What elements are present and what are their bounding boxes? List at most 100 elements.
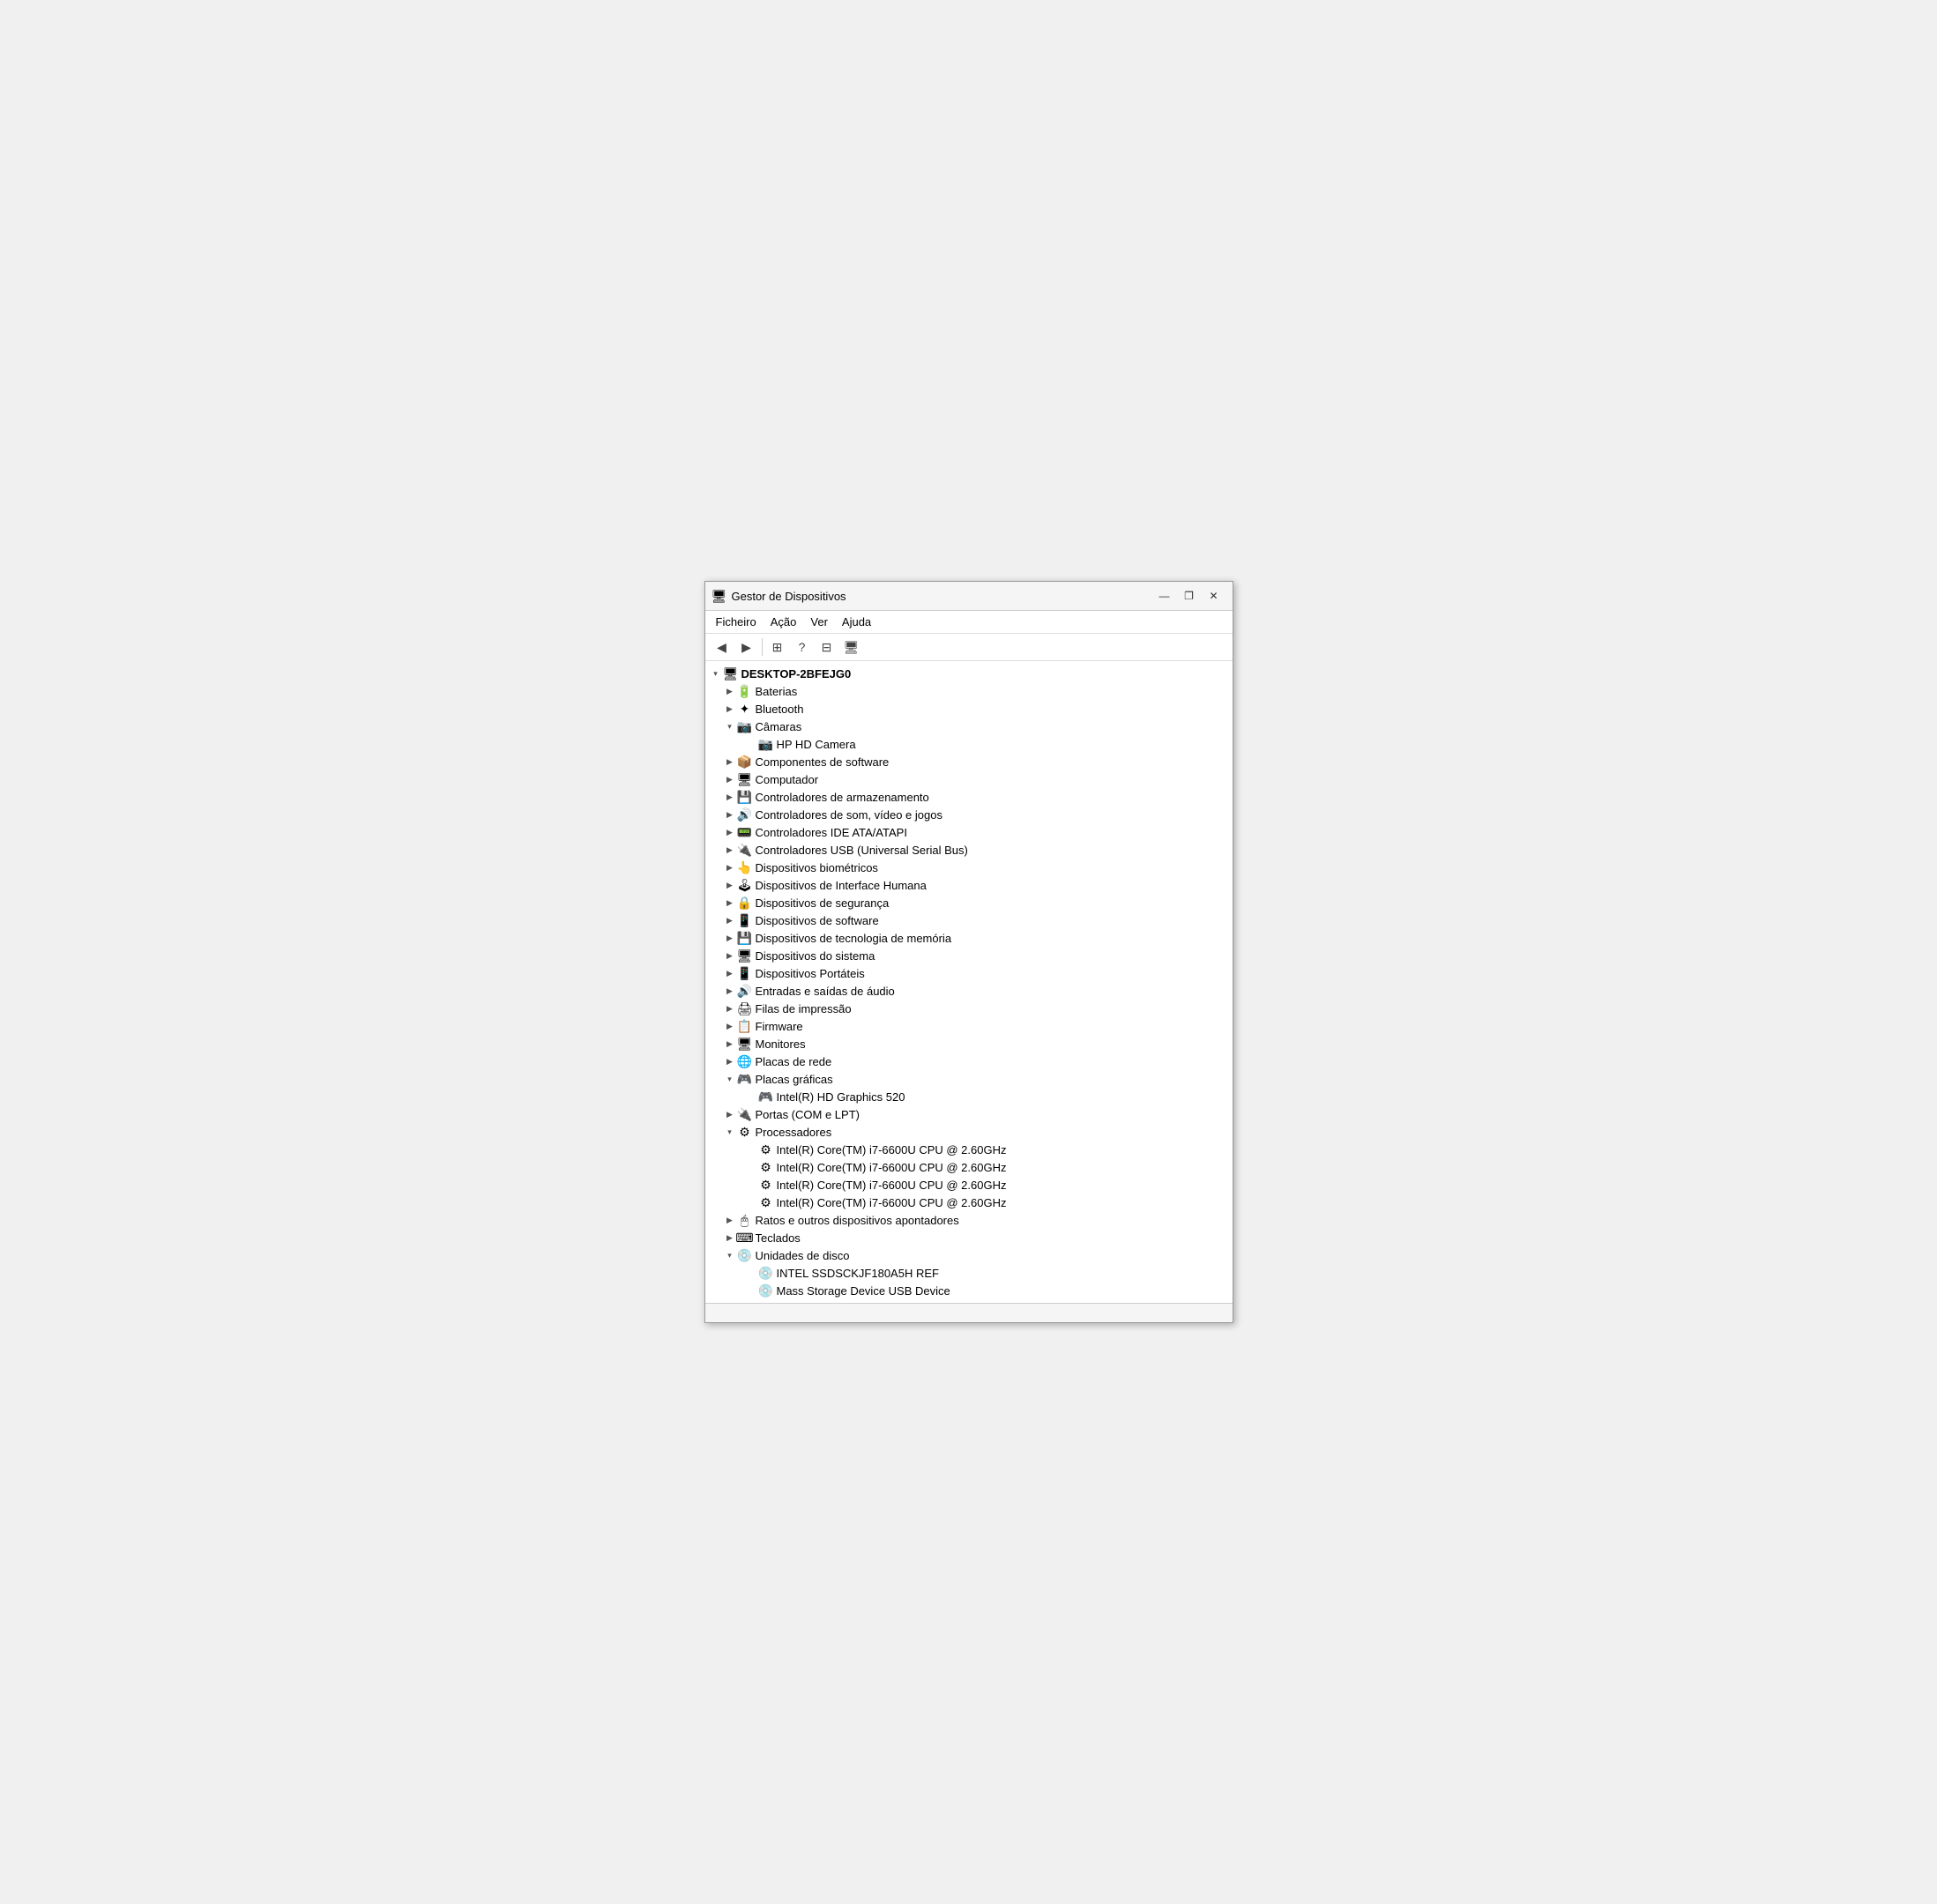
expand-icon[interactable]: ▶ — [723, 1001, 737, 1015]
expand-icon[interactable]: ▶ — [723, 878, 737, 892]
tree-item[interactable]: ▶🔒Dispositivos de segurança — [705, 894, 1233, 911]
expand-icon[interactable]: ▶ — [723, 755, 737, 769]
expand-icon[interactable]: ▶ — [723, 931, 737, 945]
device-label: Controladores de armazenamento — [756, 791, 929, 804]
tree-item[interactable]: ▶🌐Placas de rede — [705, 1052, 1233, 1070]
forward-button[interactable]: ▶ — [735, 636, 758, 658]
expand-icon[interactable]: ▶ — [723, 684, 737, 698]
tree-item[interactable]: ▶🕹Dispositivos de Interface Humana — [705, 876, 1233, 894]
device-label: Monitores — [756, 1038, 806, 1051]
tree-item[interactable]: ⚙Intel(R) Core(TM) i7-6600U CPU @ 2.60GH… — [705, 1194, 1233, 1211]
device-label: Ratos e outros dispositivos apontadores — [756, 1214, 959, 1227]
expand-icon[interactable]: ▶ — [723, 843, 737, 857]
tree-item[interactable]: 📷HP HD Camera — [705, 735, 1233, 753]
tree-item[interactable]: ▶✦Bluetooth — [705, 700, 1233, 718]
close-button[interactable]: ✕ — [1203, 587, 1226, 605]
properties-button[interactable]: ⊞ — [766, 636, 789, 658]
restore-button[interactable]: ❐ — [1178, 587, 1201, 605]
device-label: Portas (COM e LPT) — [756, 1108, 860, 1121]
back-button[interactable]: ◀ — [711, 636, 734, 658]
device-icon: 💾 — [737, 930, 753, 946]
device-icon: 📷 — [737, 718, 753, 734]
expand-icon[interactable]: ▾ — [723, 1072, 737, 1086]
expand-icon[interactable]: ▶ — [723, 966, 737, 980]
expand-icon[interactable]: ▾ — [723, 719, 737, 733]
tree-item[interactable]: ⚙Intel(R) Core(TM) i7-6600U CPU @ 2.60GH… — [705, 1176, 1233, 1194]
tree-item[interactable]: ▶🔊Controladores de som, vídeo e jogos — [705, 806, 1233, 823]
tree-item[interactable]: ▶🔋Baterias — [705, 682, 1233, 700]
device-label: Placas gráficas — [756, 1073, 833, 1086]
device-icon: 🔒 — [737, 895, 753, 911]
expand-icon[interactable]: ▶ — [723, 1107, 737, 1121]
expand-icon[interactable]: ▶ — [723, 825, 737, 839]
expand-icon[interactable]: ▶ — [723, 1019, 737, 1033]
expand-icon[interactable]: ▶ — [723, 1037, 737, 1051]
expand-icon[interactable]: ▶ — [723, 948, 737, 963]
tree-item[interactable]: ▶🖥Monitores — [705, 1035, 1233, 1052]
uninstall-button[interactable]: ⊟ — [816, 636, 838, 658]
device-icon: ✦ — [737, 701, 753, 717]
menu-item-ficheiro[interactable]: Ficheiro — [709, 613, 764, 631]
device-icon: 🔊 — [737, 983, 753, 999]
tree-item[interactable]: ▾🖥DESKTOP-2BFEJG0 — [705, 665, 1233, 682]
expand-icon[interactable]: ▶ — [723, 860, 737, 874]
expand-icon[interactable]: ▶ — [723, 702, 737, 716]
tree-item[interactable]: ▶🖥Dispositivos do sistema — [705, 947, 1233, 964]
help-button[interactable]: ? — [791, 636, 814, 658]
tree-item[interactable]: 💿Mass Storage Device USB Device — [705, 1282, 1233, 1299]
tree-item[interactable]: ▶🖨Filas de impressão — [705, 1000, 1233, 1017]
tree-item[interactable]: ▾🎮Placas gráficas — [705, 1070, 1233, 1088]
expand-icon[interactable]: ▾ — [723, 1248, 737, 1262]
expand-icon[interactable]: ▶ — [723, 772, 737, 786]
expand-icon[interactable]: ▶ — [723, 984, 737, 998]
minimize-button[interactable]: — — [1153, 587, 1176, 605]
tree-item[interactable]: ▶📱Dispositivos Portáteis — [705, 964, 1233, 982]
tree-item[interactable]: ▶👆Dispositivos biométricos — [705, 859, 1233, 876]
expand-blank — [744, 1178, 758, 1192]
tree-item[interactable]: ▶📋Firmware — [705, 1017, 1233, 1035]
tree-item[interactable]: ▾📷Câmaras — [705, 718, 1233, 735]
expand-icon[interactable]: ▶ — [723, 1213, 737, 1227]
expand-icon[interactable]: ▶ — [723, 807, 737, 822]
tree-item[interactable]: ▶🔌Portas (COM e LPT) — [705, 1105, 1233, 1123]
expand-icon[interactable]: ▶ — [723, 913, 737, 927]
expand-blank — [744, 737, 758, 751]
expand-icon[interactable]: ▾ — [723, 1125, 737, 1139]
tree-item[interactable]: ▶💾Controladores de armazenamento — [705, 788, 1233, 806]
tree-item[interactable]: ▶📱Dispositivos de software — [705, 911, 1233, 929]
tree-item[interactable]: ▶🔌Controladores USB (Universal Serial Bu… — [705, 841, 1233, 859]
update-driver-button[interactable]: 🖥 — [840, 636, 863, 658]
expand-icon[interactable]: ▶ — [723, 1054, 737, 1068]
tree-item[interactable]: ▶🖱Ratos e outros dispositivos apontadore… — [705, 1211, 1233, 1229]
device-icon: 🖥 — [737, 771, 753, 787]
device-icon: 🖥 — [737, 1036, 753, 1052]
menu-item-ajuda[interactable]: Ajuda — [835, 613, 878, 631]
device-icon: ⌨ — [737, 1230, 753, 1246]
device-icon: ⚙ — [737, 1124, 753, 1140]
device-label: Dispositivos biométricos — [756, 861, 878, 874]
tree-item[interactable]: 💿INTEL SSDSCKJF180A5H REF — [705, 1264, 1233, 1282]
expand-icon[interactable]: ▶ — [723, 790, 737, 804]
device-label: Mass Storage Device USB Device — [777, 1284, 950, 1298]
expand-icon[interactable]: ▶ — [723, 1231, 737, 1245]
device-icon: 📱 — [737, 912, 753, 928]
menu-item-ação[interactable]: Ação — [764, 613, 804, 631]
tree-item[interactable]: ▾💿Unidades de disco — [705, 1246, 1233, 1264]
tree-item[interactable]: ▶🔊Entradas e saídas de áudio — [705, 982, 1233, 1000]
device-label: DESKTOP-2BFEJG0 — [741, 667, 852, 681]
device-tree[interactable]: ▾🖥DESKTOP-2BFEJG0▶🔋Baterias▶✦Bluetooth▾📷… — [705, 661, 1233, 1303]
device-icon: 👆 — [737, 859, 753, 875]
tree-item[interactable]: ▶🖥Computador — [705, 770, 1233, 788]
device-icon: 🔋 — [737, 683, 753, 699]
tree-item[interactable]: ⚙Intel(R) Core(TM) i7-6600U CPU @ 2.60GH… — [705, 1141, 1233, 1158]
tree-item[interactable]: ▶📦Componentes de software — [705, 753, 1233, 770]
expand-icon[interactable]: ▶ — [723, 896, 737, 910]
expand-icon[interactable]: ▾ — [709, 666, 723, 681]
tree-item[interactable]: ▶💾Dispositivos de tecnologia de memória — [705, 929, 1233, 947]
tree-item[interactable]: ▾⚙Processadores — [705, 1123, 1233, 1141]
tree-item[interactable]: ▶⌨Teclados — [705, 1229, 1233, 1246]
tree-item[interactable]: ⚙Intel(R) Core(TM) i7-6600U CPU @ 2.60GH… — [705, 1158, 1233, 1176]
tree-item[interactable]: 🎮Intel(R) HD Graphics 520 — [705, 1088, 1233, 1105]
menu-item-ver[interactable]: Ver — [803, 613, 835, 631]
tree-item[interactable]: ▶📟Controladores IDE ATA/ATAPI — [705, 823, 1233, 841]
